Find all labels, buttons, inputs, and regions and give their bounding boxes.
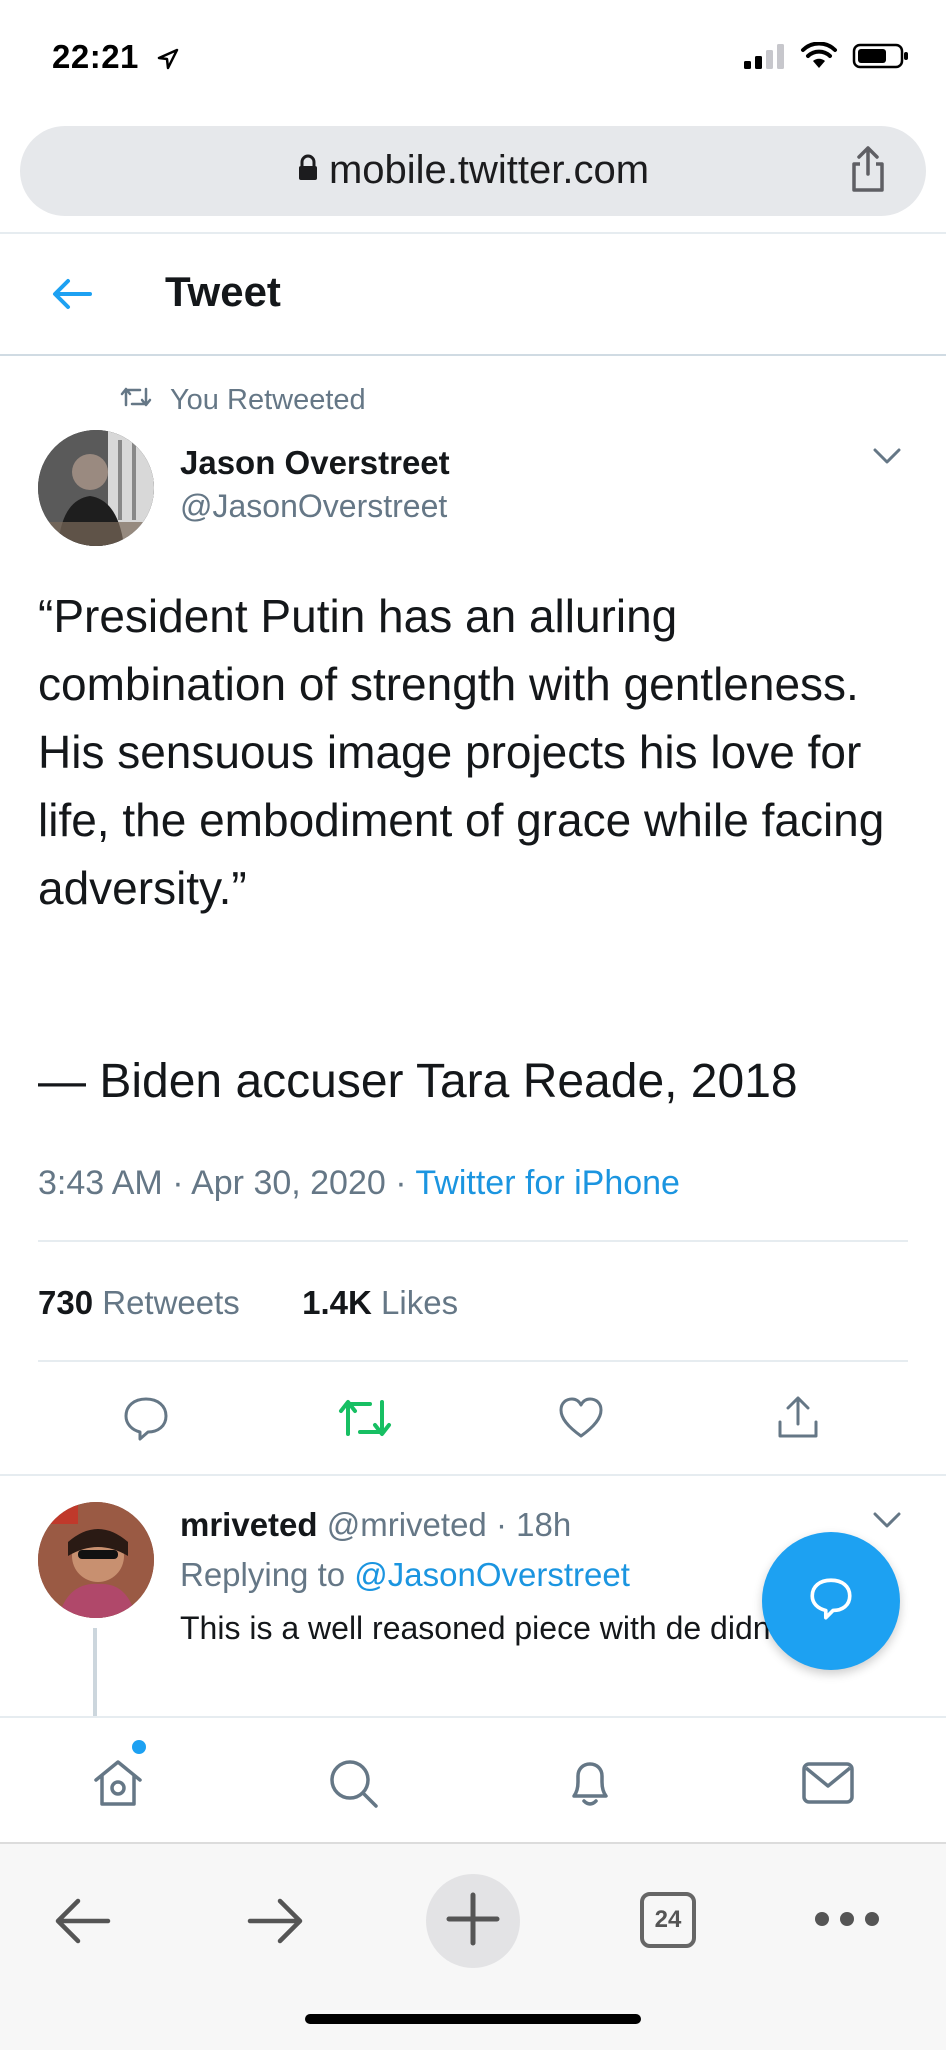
browser-forward-icon[interactable]	[244, 1894, 308, 1953]
tweet-source-link[interactable]: Twitter for iPhone	[415, 1164, 680, 1202]
clock-text: 22:21	[52, 38, 139, 75]
back-arrow-icon[interactable]	[50, 276, 94, 317]
chevron-down-icon[interactable]	[872, 446, 902, 471]
search-icon[interactable]	[326, 1756, 382, 1815]
notifications-bell-icon[interactable]	[562, 1756, 618, 1815]
reply-avatar[interactable]	[38, 1502, 154, 1618]
divider	[38, 1360, 908, 1362]
replying-mention-link[interactable]: @JasonOverstreet	[354, 1556, 630, 1593]
tweet-stats: 730 Retweets 1.4K Likes	[38, 1284, 458, 1322]
retweet-context: You Retweeted	[120, 384, 366, 417]
author-handle[interactable]: @JasonOverstreet	[180, 488, 447, 525]
share-icon[interactable]	[848, 144, 888, 199]
retweets-stat[interactable]: 730 Retweets	[38, 1284, 240, 1321]
status-icons	[742, 41, 910, 75]
likes-stat[interactable]: 1.4K Likes	[302, 1284, 458, 1321]
more-options-icon[interactable]	[812, 1906, 882, 1937]
retweet-button-icon[interactable]	[338, 1394, 392, 1447]
wifi-icon	[800, 41, 838, 75]
page-title: Tweet	[165, 268, 281, 315]
retweet-context-label: You Retweeted	[170, 384, 366, 416]
url-text: mobile.twitter.com	[328, 148, 650, 192]
thread-line	[93, 1628, 97, 1716]
divider	[38, 1240, 908, 1242]
chevron-down-icon[interactable]	[872, 1510, 902, 1535]
tweet-attribution: — Biden accuser Tara Reade, 2018	[38, 1055, 798, 1108]
divider	[0, 354, 946, 356]
url-bar[interactable]: mobile.twitter.com	[20, 126, 926, 216]
retweets-count: 730	[38, 1284, 94, 1321]
tab-count: 24	[654, 1906, 682, 1933]
tweet-meta: 3:43 AM · Apr 30, 2020 · Twitter for iPh…	[38, 1164, 680, 1203]
divider	[0, 232, 946, 234]
home-indicator	[305, 2014, 641, 2024]
divider	[0, 1474, 946, 1476]
compose-reply-icon	[806, 1574, 856, 1629]
likes-label: Likes	[371, 1284, 459, 1321]
status-time: 22:21	[52, 38, 179, 78]
reply-author-handle[interactable]: @mriveted	[327, 1506, 487, 1543]
new-tab-button[interactable]	[426, 1874, 520, 1968]
retweet-icon	[120, 384, 152, 417]
messages-envelope-icon[interactable]	[800, 1756, 856, 1815]
home-icon[interactable]	[90, 1756, 146, 1815]
url-display[interactable]: mobile.twitter.com	[20, 148, 926, 193]
tweet-timestamp: 3:43 AM · Apr 30, 2020 ·	[38, 1164, 416, 1202]
reply-author-name[interactable]: mriveted	[180, 1506, 318, 1543]
reply-time: · 18h	[486, 1506, 572, 1543]
browser-toolbar: 24	[0, 1842, 946, 2050]
tabs-button[interactable]: 24	[640, 1892, 696, 1948]
like-icon[interactable]	[557, 1394, 605, 1447]
tweet-text: “President Putin has an alluring combina…	[38, 590, 885, 914]
browser-back-icon[interactable]	[50, 1894, 114, 1953]
reply-icon[interactable]	[122, 1394, 170, 1447]
likes-count: 1.4K	[302, 1284, 372, 1321]
cellular-signal-icon	[742, 42, 786, 75]
replying-to: Replying to @JasonOverstreet	[180, 1556, 630, 1594]
plus-icon	[443, 1889, 503, 1954]
share-tweet-icon[interactable]	[774, 1394, 822, 1447]
author-name[interactable]: Jason Overstreet	[180, 444, 450, 482]
battery-icon	[852, 42, 910, 75]
compose-reply-button[interactable]	[762, 1532, 900, 1670]
avatar[interactable]	[38, 430, 154, 546]
home-notification-dot	[132, 1740, 146, 1754]
reply-header: mriveted @mriveted · 18h	[180, 1506, 571, 1544]
app-bottom-nav	[0, 1716, 946, 1844]
lock-icon	[297, 147, 319, 192]
retweets-label: Retweets	[93, 1284, 240, 1321]
replying-prefix: Replying to	[180, 1556, 355, 1593]
location-arrow-icon	[157, 40, 179, 78]
